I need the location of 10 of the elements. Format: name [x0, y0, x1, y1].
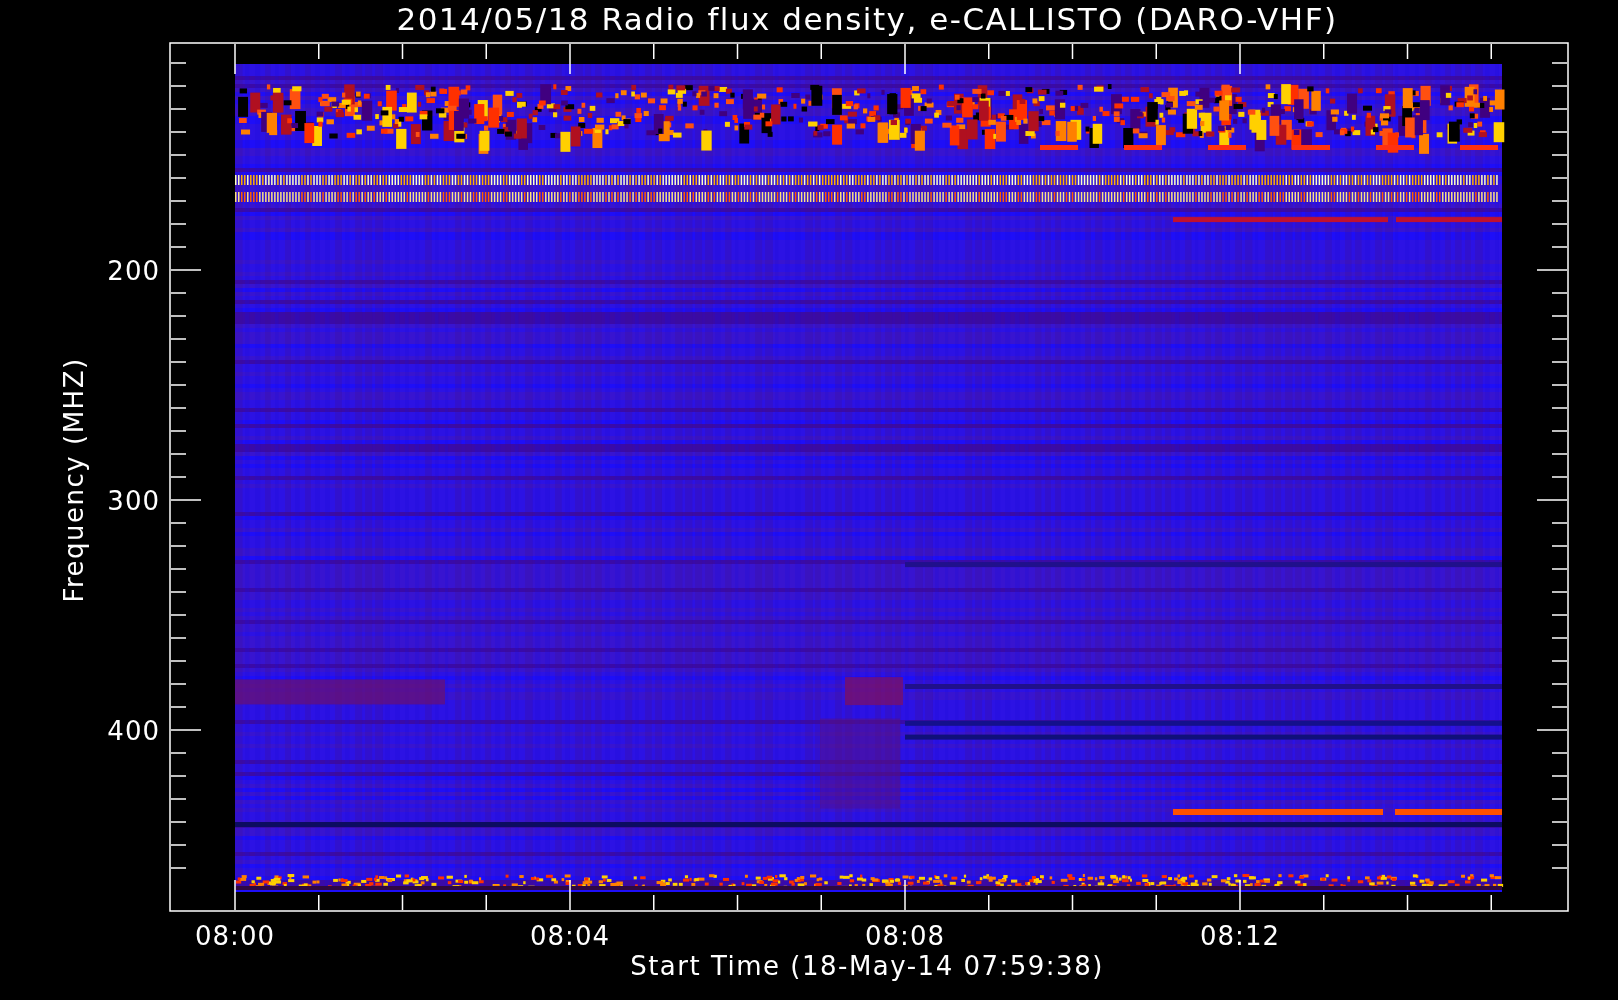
y-tick-label: 400 — [107, 716, 160, 746]
y-tick-label: 200 — [107, 256, 160, 286]
x-tick-label: 08:04 — [530, 921, 610, 951]
x-axis-label: Start Time (18-May-14 07:59:38) — [630, 951, 1104, 981]
chart-title: 2014/05/18 Radio flux density, e-CALLISTO (DARO-VHF) — [396, 1, 1338, 37]
x-tick-label: 08:08 — [865, 921, 945, 951]
y-tick-label: 300 — [107, 486, 160, 516]
y-axis-label: Frequency (MHZ) — [59, 357, 89, 603]
x-tick-label: 08:12 — [1200, 921, 1280, 951]
x-tick-label: 08:00 — [195, 921, 275, 951]
